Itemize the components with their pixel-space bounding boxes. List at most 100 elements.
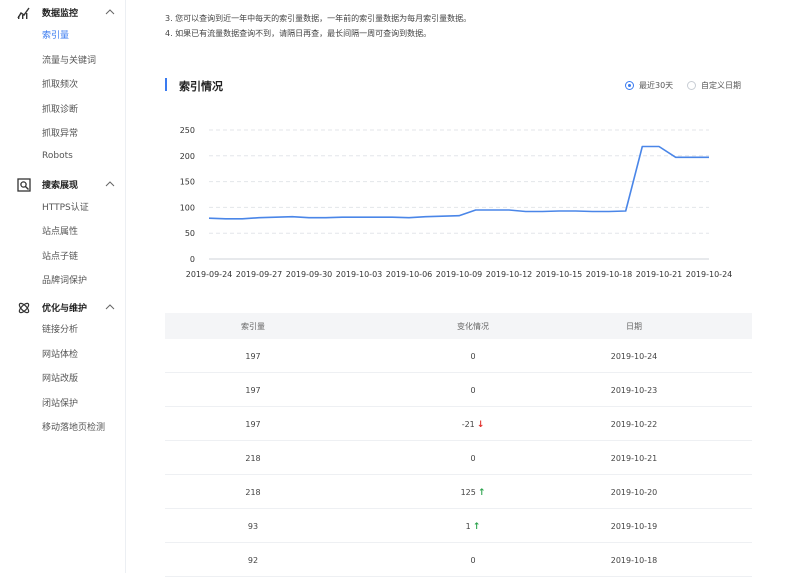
cell-change: -21 ↓ <box>462 420 485 430</box>
cell-date-text: 2019-10-23 <box>610 386 658 395</box>
table-row: 197 0 2019-10-23 <box>165 373 752 407</box>
cell-date-text: 2019-10-19 <box>610 522 658 531</box>
table-row: 197 0 2019-10-24 <box>165 339 752 373</box>
cell-date: 2019-10-20 <box>611 488 658 497</box>
x-tick-label: 2019-10-09 <box>436 270 483 279</box>
x-tick-label: 2019-10-06 <box>386 270 433 279</box>
main-content: 3. 您可以查询到近一年中每天的索引量数据，一年前的索引量数据为每月索引量数据。… <box>126 0 800 577</box>
y-tick-label: 250 <box>180 126 195 135</box>
cell-count-text: 92 <box>247 556 259 565</box>
note-line-3: 3. 您可以查询到近一年中每天的索引量数据，一年前的索引量数据为每月索引量数据。 <box>165 14 472 23</box>
group-data-monitor[interactable]: 数据监控 <box>0 2 126 26</box>
sidebar-item-mobile-landing-check[interactable]: 移动落地页检测 <box>42 420 105 433</box>
search-display-icon <box>17 178 31 192</box>
radio-label: 自定义日期 <box>701 81 741 90</box>
cell-date: 2019-10-19 <box>611 522 658 531</box>
radio-custom-date[interactable]: 自定义日期 <box>687 80 747 92</box>
table-row: 218 0 2019-10-21 <box>165 441 752 475</box>
cell-count-text: 218 <box>245 454 261 463</box>
radio-unchecked-icon <box>687 81 696 90</box>
cell-count-text: 197 <box>245 386 261 395</box>
y-tick-label: 0 <box>190 255 195 264</box>
maintenance-icon <box>18 302 30 314</box>
cell-count: 92 <box>248 556 258 565</box>
cell-count: 218 <box>245 454 260 463</box>
group-title: 数据监控 <box>42 9 79 19</box>
cell-date: 2019-10-21 <box>611 454 658 463</box>
cell-date-text: 2019-10-18 <box>610 556 658 565</box>
note-line-4: 4. 如果已有流量数据查询不到，请隔日再查，最长间隔一周可查询到数据。 <box>165 29 432 38</box>
group-title: 搜索展现 <box>42 181 79 191</box>
sidebar-item-site-attributes[interactable]: 站点属性 <box>42 224 78 237</box>
table-row: 93 1 ↑ 2019-10-19 <box>165 509 752 543</box>
header-change: 变化情况 <box>457 322 489 331</box>
y-tick-label: 100 <box>180 203 195 212</box>
section-title: 索引情况 <box>179 80 223 93</box>
group-title: 优化与维护 <box>42 304 88 314</box>
chevron-up-icon[interactable] <box>105 8 115 16</box>
x-tick-label: 2019-10-15 <box>536 270 583 279</box>
sidebar-item-site-revision[interactable]: 网站改版 <box>42 371 78 384</box>
sidebar-item-closure-protection[interactable]: 闭站保护 <box>42 396 78 409</box>
x-tick-label: 2019-10-24 <box>686 270 733 279</box>
cell-change: 0 <box>470 386 475 395</box>
cell-change-text: 0 <box>470 386 476 395</box>
sidebar-item-brand-protection[interactable]: 品牌词保护 <box>42 273 87 286</box>
cell-date: 2019-10-23 <box>611 386 658 395</box>
arrow-up-icon: ↑ <box>477 488 486 498</box>
cell-count: 197 <box>245 352 260 361</box>
sidebar-item-sitelinks[interactable]: 站点子链 <box>42 249 78 262</box>
cell-change-text: 0 <box>470 454 476 463</box>
sidebar-item-site-checkup[interactable]: 网站体检 <box>42 347 78 360</box>
sidebar-item-crawl-frequency[interactable]: 抓取频次 <box>42 77 78 90</box>
sidebar-item-crawl-diagnosis[interactable]: 抓取诊断 <box>42 102 78 115</box>
index-volume-chart: 0501001502002502019-09-24 2019-09-27 2019-… <box>180 126 733 279</box>
cell-change: 1 ↑ <box>466 522 481 532</box>
x-tick-label: 2019-09-24 <box>186 270 233 279</box>
x-tick-label: 2019-09-30 <box>286 270 333 279</box>
cell-date: 2019-10-22 <box>611 420 658 429</box>
cell-change: 0 <box>470 556 475 565</box>
cell-count-text: 197 <box>245 420 261 429</box>
table-row: 218 125 ↑ 2019-10-20 <box>165 475 752 509</box>
table-row: 92 0 2019-10-18 <box>165 543 752 577</box>
section-accent-bar <box>165 78 167 91</box>
chevron-up-icon[interactable] <box>105 180 115 188</box>
group-optimization[interactable]: 优化与维护 <box>0 297 126 321</box>
radio-recent-30-days[interactable]: 最近30天 <box>625 80 679 92</box>
chevron-up-icon[interactable] <box>105 303 115 311</box>
y-tick-label: 200 <box>180 152 195 161</box>
cell-count: 218 <box>245 488 260 497</box>
cell-count-text: 218 <box>245 488 261 497</box>
bar-chart-icon <box>17 7 30 19</box>
cell-count: 93 <box>248 522 258 531</box>
x-tick-label: 2019-10-21 <box>636 270 683 279</box>
table-header: 索引量 变化情况 日期 <box>165 313 752 339</box>
sidebar: 数据监控 索引量 流量与关键词 抓取频次 抓取诊断 抓取异常 Robots 搜索… <box>0 0 126 573</box>
cell-change-text: -21 <box>461 420 475 429</box>
sidebar-item-index-volume[interactable]: 索引量 <box>42 28 69 41</box>
cell-change-text: 125 <box>460 488 476 497</box>
sidebar-item-crawl-errors[interactable]: 抓取异常 <box>42 126 78 139</box>
cell-count-text: 197 <box>245 352 261 361</box>
arrow-up-icon: ↑ <box>472 522 481 532</box>
sidebar-item-https[interactable]: HTTPS认证 <box>42 200 89 213</box>
x-tick-label: 2019-09-27 <box>236 270 283 279</box>
cell-change-text: 1 <box>465 522 471 531</box>
table-row: 197 -21 ↓ 2019-10-22 <box>165 407 752 441</box>
sidebar-item-traffic-keywords[interactable]: 流量与关键词 <box>42 53 96 66</box>
cell-count: 197 <box>245 386 260 395</box>
sidebar-item-link-analysis[interactable]: 链接分析 <box>42 322 78 335</box>
cell-count-text: 93 <box>247 522 259 531</box>
cell-date: 2019-10-24 <box>611 352 658 361</box>
header-date: 日期 <box>626 322 642 331</box>
index-series-line <box>208 145 709 220</box>
header-count: 索引量 <box>241 322 265 331</box>
cell-change-text: 0 <box>470 556 476 565</box>
cell-date: 2019-10-18 <box>611 556 658 565</box>
x-tick-label: 2019-10-03 <box>336 270 383 279</box>
sidebar-item-robots[interactable]: Robots <box>42 151 73 161</box>
cell-change-text: 0 <box>470 352 476 361</box>
y-tick-label: 150 <box>180 178 195 187</box>
group-search-display[interactable]: 搜索展现 <box>0 174 126 198</box>
